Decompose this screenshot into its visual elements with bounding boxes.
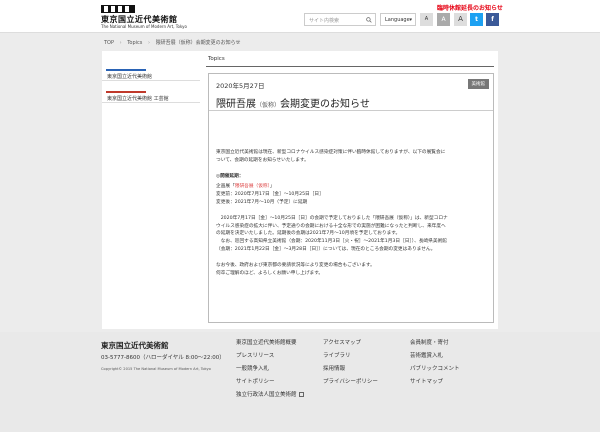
site-header: 東京国立近代美術館 The National Museum of Modern … xyxy=(0,0,600,33)
footer-museum-name: 東京国立近代美術館 xyxy=(101,341,169,350)
article-date: 2020年5月27日 xyxy=(216,82,265,90)
search-icon[interactable] xyxy=(366,17,372,23)
footer-link[interactable]: 採用情報 xyxy=(323,364,378,377)
intro-paragraph: 東京国立近代美術館は現在、新型コロナウイルス感染症対策に伴い臨時休館しております… xyxy=(216,150,446,163)
category-badge: 美術館 xyxy=(467,79,489,89)
sidebar-accent-bar xyxy=(106,69,146,71)
font-size-medium-button[interactable]: A xyxy=(437,13,450,26)
title-divider xyxy=(209,110,493,111)
footer-links-col-3: 会員制度・寄付 芸術鑑賞入札 パブリックコメント サイトマップ xyxy=(410,338,460,390)
footer-link[interactable]: ライブラリ xyxy=(323,351,378,364)
details-paragraph: 2020年7月17日［金］〜10月25日［日］の会期で予定しておりました「隈研吾… xyxy=(216,215,448,252)
topics-heading: Topics xyxy=(206,51,494,67)
footer-link[interactable]: サイトポリシー xyxy=(236,377,304,390)
footer-link[interactable]: 一般競争入札 xyxy=(236,364,304,377)
footer-copyright: Copyright© 2015 The National Museum of M… xyxy=(101,367,211,371)
sidebar-item-crafts-gallery[interactable]: 東京国立近代美術館 工芸館 xyxy=(102,81,200,103)
momat-logo[interactable] xyxy=(101,5,135,13)
article-title: 隈研吾展（仮称）会期変更のお知らせ xyxy=(216,99,370,110)
sidebar: 東京国立近代美術館 東京国立近代美術館 工芸館 xyxy=(102,51,200,103)
breadcrumb-top[interactable]: TOP xyxy=(104,40,114,46)
footer-link[interactable]: プライバシーポリシー xyxy=(323,377,378,390)
footer-link[interactable]: 東京国立近代美術館概要 xyxy=(236,338,304,351)
footer-link[interactable]: 芸術鑑賞入札 xyxy=(410,351,460,364)
site-footer: 東京国立近代美術館 03-5777-8600（ハローダイヤル 8:00〜22:0… xyxy=(0,332,600,432)
footer-links-col-1: 東京国立近代美術館概要 プレスリリース 一般競争入札 サイトポリシー 独立行政法… xyxy=(236,338,304,403)
font-size-small-button[interactable]: A xyxy=(420,13,433,26)
breadcrumb: TOP › Topics › 隈研吾展（仮称）会期変更のお知らせ xyxy=(104,39,240,46)
font-size-large-button[interactable]: A xyxy=(454,13,467,26)
sidebar-item-momat[interactable]: 東京国立近代美術館 xyxy=(102,59,200,81)
breadcrumb-current: 隈研吾展（仮称）会期変更のお知らせ xyxy=(155,40,241,46)
twitter-icon[interactable]: t xyxy=(470,13,483,26)
search-input[interactable]: サイト内検索 xyxy=(304,13,376,26)
sidebar-item-label: 東京国立近代美術館 工芸館 xyxy=(107,96,169,102)
logo-subtitle: The National Museum of Modern Art, Tokyo xyxy=(101,24,187,29)
postponement-section: ◎開催延期： 企画展「隈研吾展（仮称）」 変更前：2020年7月17日［金］〜1… xyxy=(216,173,488,207)
footer-links-col-2: アクセスマップ ライブラリ 採用情報 プライバシーポリシー xyxy=(323,338,378,390)
chevron-right-icon: › xyxy=(147,40,150,46)
language-select[interactable]: Language ▾ xyxy=(380,13,416,26)
footer-link[interactable]: サイトマップ xyxy=(410,377,460,390)
closure-notice-link[interactable]: 臨時休館延長のお知らせ xyxy=(437,3,503,12)
sidebar-accent-bar xyxy=(106,91,146,93)
footer-link[interactable]: 会員制度・寄付 xyxy=(410,338,460,351)
breadcrumb-topics[interactable]: Topics xyxy=(127,40,142,46)
footer-phone: 03-5777-8600（ハローダイヤル 8:00〜22:00） xyxy=(101,355,225,361)
chevron-down-icon: ▾ xyxy=(409,17,412,23)
footer-link[interactable]: アクセスマップ xyxy=(323,338,378,351)
section-heading: ◎開催延期： xyxy=(216,173,244,179)
facebook-icon[interactable]: f xyxy=(486,13,499,26)
external-link-icon xyxy=(298,392,304,397)
article-body: 東京国立近代美術館は現在、新型コロナウイルス感染症対策に伴い臨時休館しております… xyxy=(216,149,488,285)
exhibition-link[interactable]: 隈研吾展（仮称） xyxy=(235,184,270,189)
sidebar-item-label: 東京国立近代美術館 xyxy=(107,74,153,80)
closing-paragraph: なお今後、政府および東京都の要請状況等により変更の場合もございます。 何卒ご理解… xyxy=(216,262,375,276)
footer-link[interactable]: パブリックコメント xyxy=(410,364,460,377)
chevron-right-icon: › xyxy=(119,40,122,46)
article: 2020年5月27日 美術館 隈研吾展（仮称）会期変更のお知らせ 東京国立近代美… xyxy=(208,73,494,323)
content-area: Topics 2020年5月27日 美術館 隈研吾展（仮称）会期変更のお知らせ … xyxy=(206,51,494,325)
footer-link[interactable]: プレスリリース xyxy=(236,351,304,364)
main-panel: 東京国立近代美術館 東京国立近代美術館 工芸館 Topics 2020年5月27… xyxy=(102,51,498,329)
footer-link[interactable]: 独立行政法人国立美術館 xyxy=(236,390,304,403)
